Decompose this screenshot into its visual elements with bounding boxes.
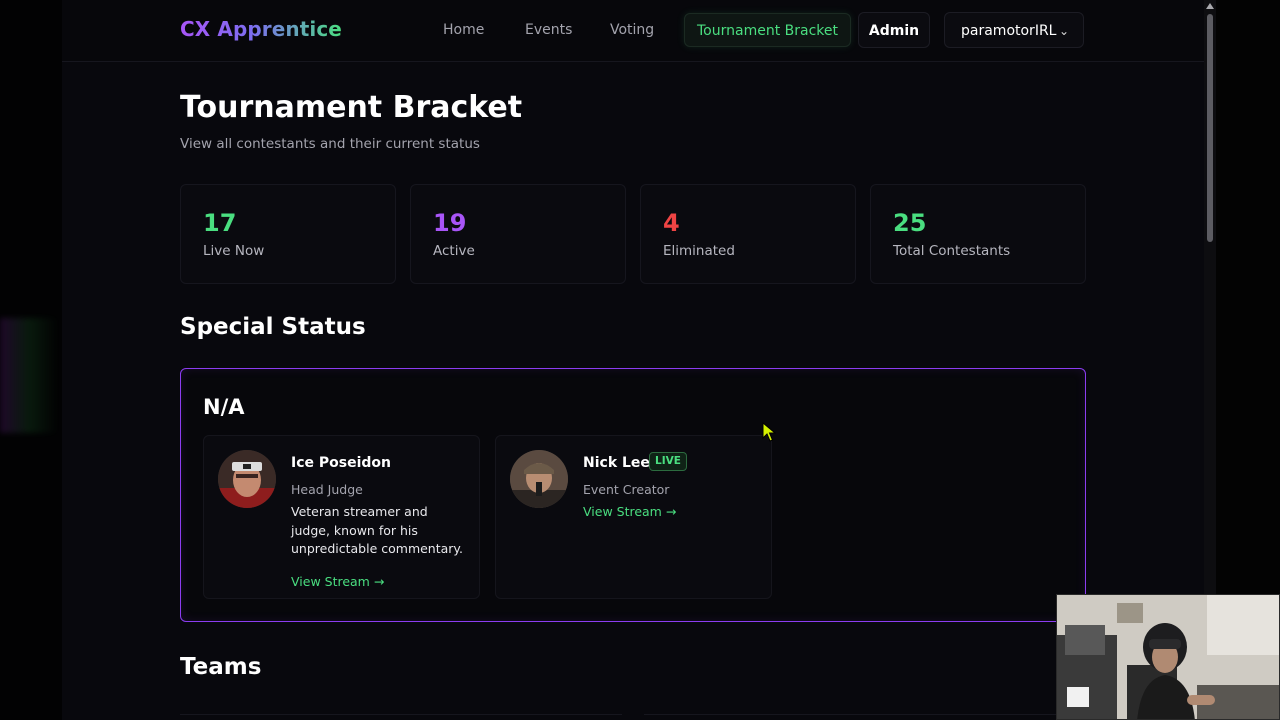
contestant-role: Event Creator xyxy=(583,482,670,497)
stat-label: Total Contestants xyxy=(893,243,1011,259)
team-card xyxy=(644,714,1086,720)
nav-events[interactable]: Events xyxy=(525,22,572,38)
contestant-name: Ice Poseidon xyxy=(291,455,391,471)
stat-label: Live Now xyxy=(203,243,265,259)
page-subtitle: View all contestants and their current s… xyxy=(180,136,480,152)
contestant-card-ice-poseidon: Ice Poseidon Head Judge Veteran streamer… xyxy=(203,435,480,599)
stat-label: Active xyxy=(433,243,475,259)
scroll-up-arrow-icon[interactable] xyxy=(1206,3,1214,9)
stat-value: 25 xyxy=(893,209,927,237)
stat-card-total: 25 Total Contestants xyxy=(870,184,1086,284)
view-stream-link[interactable]: View Stream → xyxy=(583,504,676,519)
special-status-panel: N/A Ice Poseidon Head Judge Veteran stre… xyxy=(180,368,1086,622)
admin-button[interactable]: Admin xyxy=(858,12,930,48)
mouse-cursor-icon xyxy=(762,422,776,442)
special-status-title: Special Status xyxy=(180,314,366,340)
chevron-down-icon: ⌄ xyxy=(1058,24,1069,38)
left-background xyxy=(0,0,62,720)
contestant-name: Nick Lee xyxy=(583,455,650,471)
background-glow xyxy=(0,318,58,433)
stat-card-eliminated: 4 Eliminated xyxy=(640,184,856,284)
navbar: CX Apprentice Home Events Voting Tournam… xyxy=(62,0,1204,62)
nav-tournament-bracket[interactable]: Tournament Bracket xyxy=(684,13,851,47)
nav-home[interactable]: Home xyxy=(443,22,484,38)
scroll-thumb[interactable] xyxy=(1207,14,1213,242)
live-badge: LIVE xyxy=(649,452,687,471)
stat-value: 17 xyxy=(203,209,237,237)
app-logo[interactable]: CX Apprentice xyxy=(180,17,342,41)
page: CX Apprentice Home Events Voting Tournam… xyxy=(62,0,1204,720)
status-group-title: N/A xyxy=(203,395,245,419)
stat-value: 19 xyxy=(433,209,467,237)
user-name: paramotorIRL xyxy=(961,23,1057,39)
webcam-overlay xyxy=(1056,594,1280,720)
nav-voting[interactable]: Voting xyxy=(610,22,654,38)
contestant-bio: Veteran streamer and judge, known for hi… xyxy=(291,504,464,556)
stat-card-active: 19 Active xyxy=(410,184,626,284)
page-title: Tournament Bracket xyxy=(180,90,523,125)
stat-card-live: 17 Live Now xyxy=(180,184,396,284)
teams-title: Teams xyxy=(180,654,262,680)
view-stream-link[interactable]: View Stream → xyxy=(291,574,384,589)
user-menu[interactable]: paramotorIRL ⌄ xyxy=(944,12,1084,48)
stat-label: Eliminated xyxy=(663,243,735,259)
team-card xyxy=(180,714,622,720)
avatar xyxy=(218,450,276,508)
contestant-card-nick-lee: Nick Lee LIVE Event Creator View Stream … xyxy=(495,435,772,599)
stat-value: 4 xyxy=(663,209,680,237)
contestant-role: Head Judge xyxy=(291,482,363,497)
avatar xyxy=(510,450,568,508)
